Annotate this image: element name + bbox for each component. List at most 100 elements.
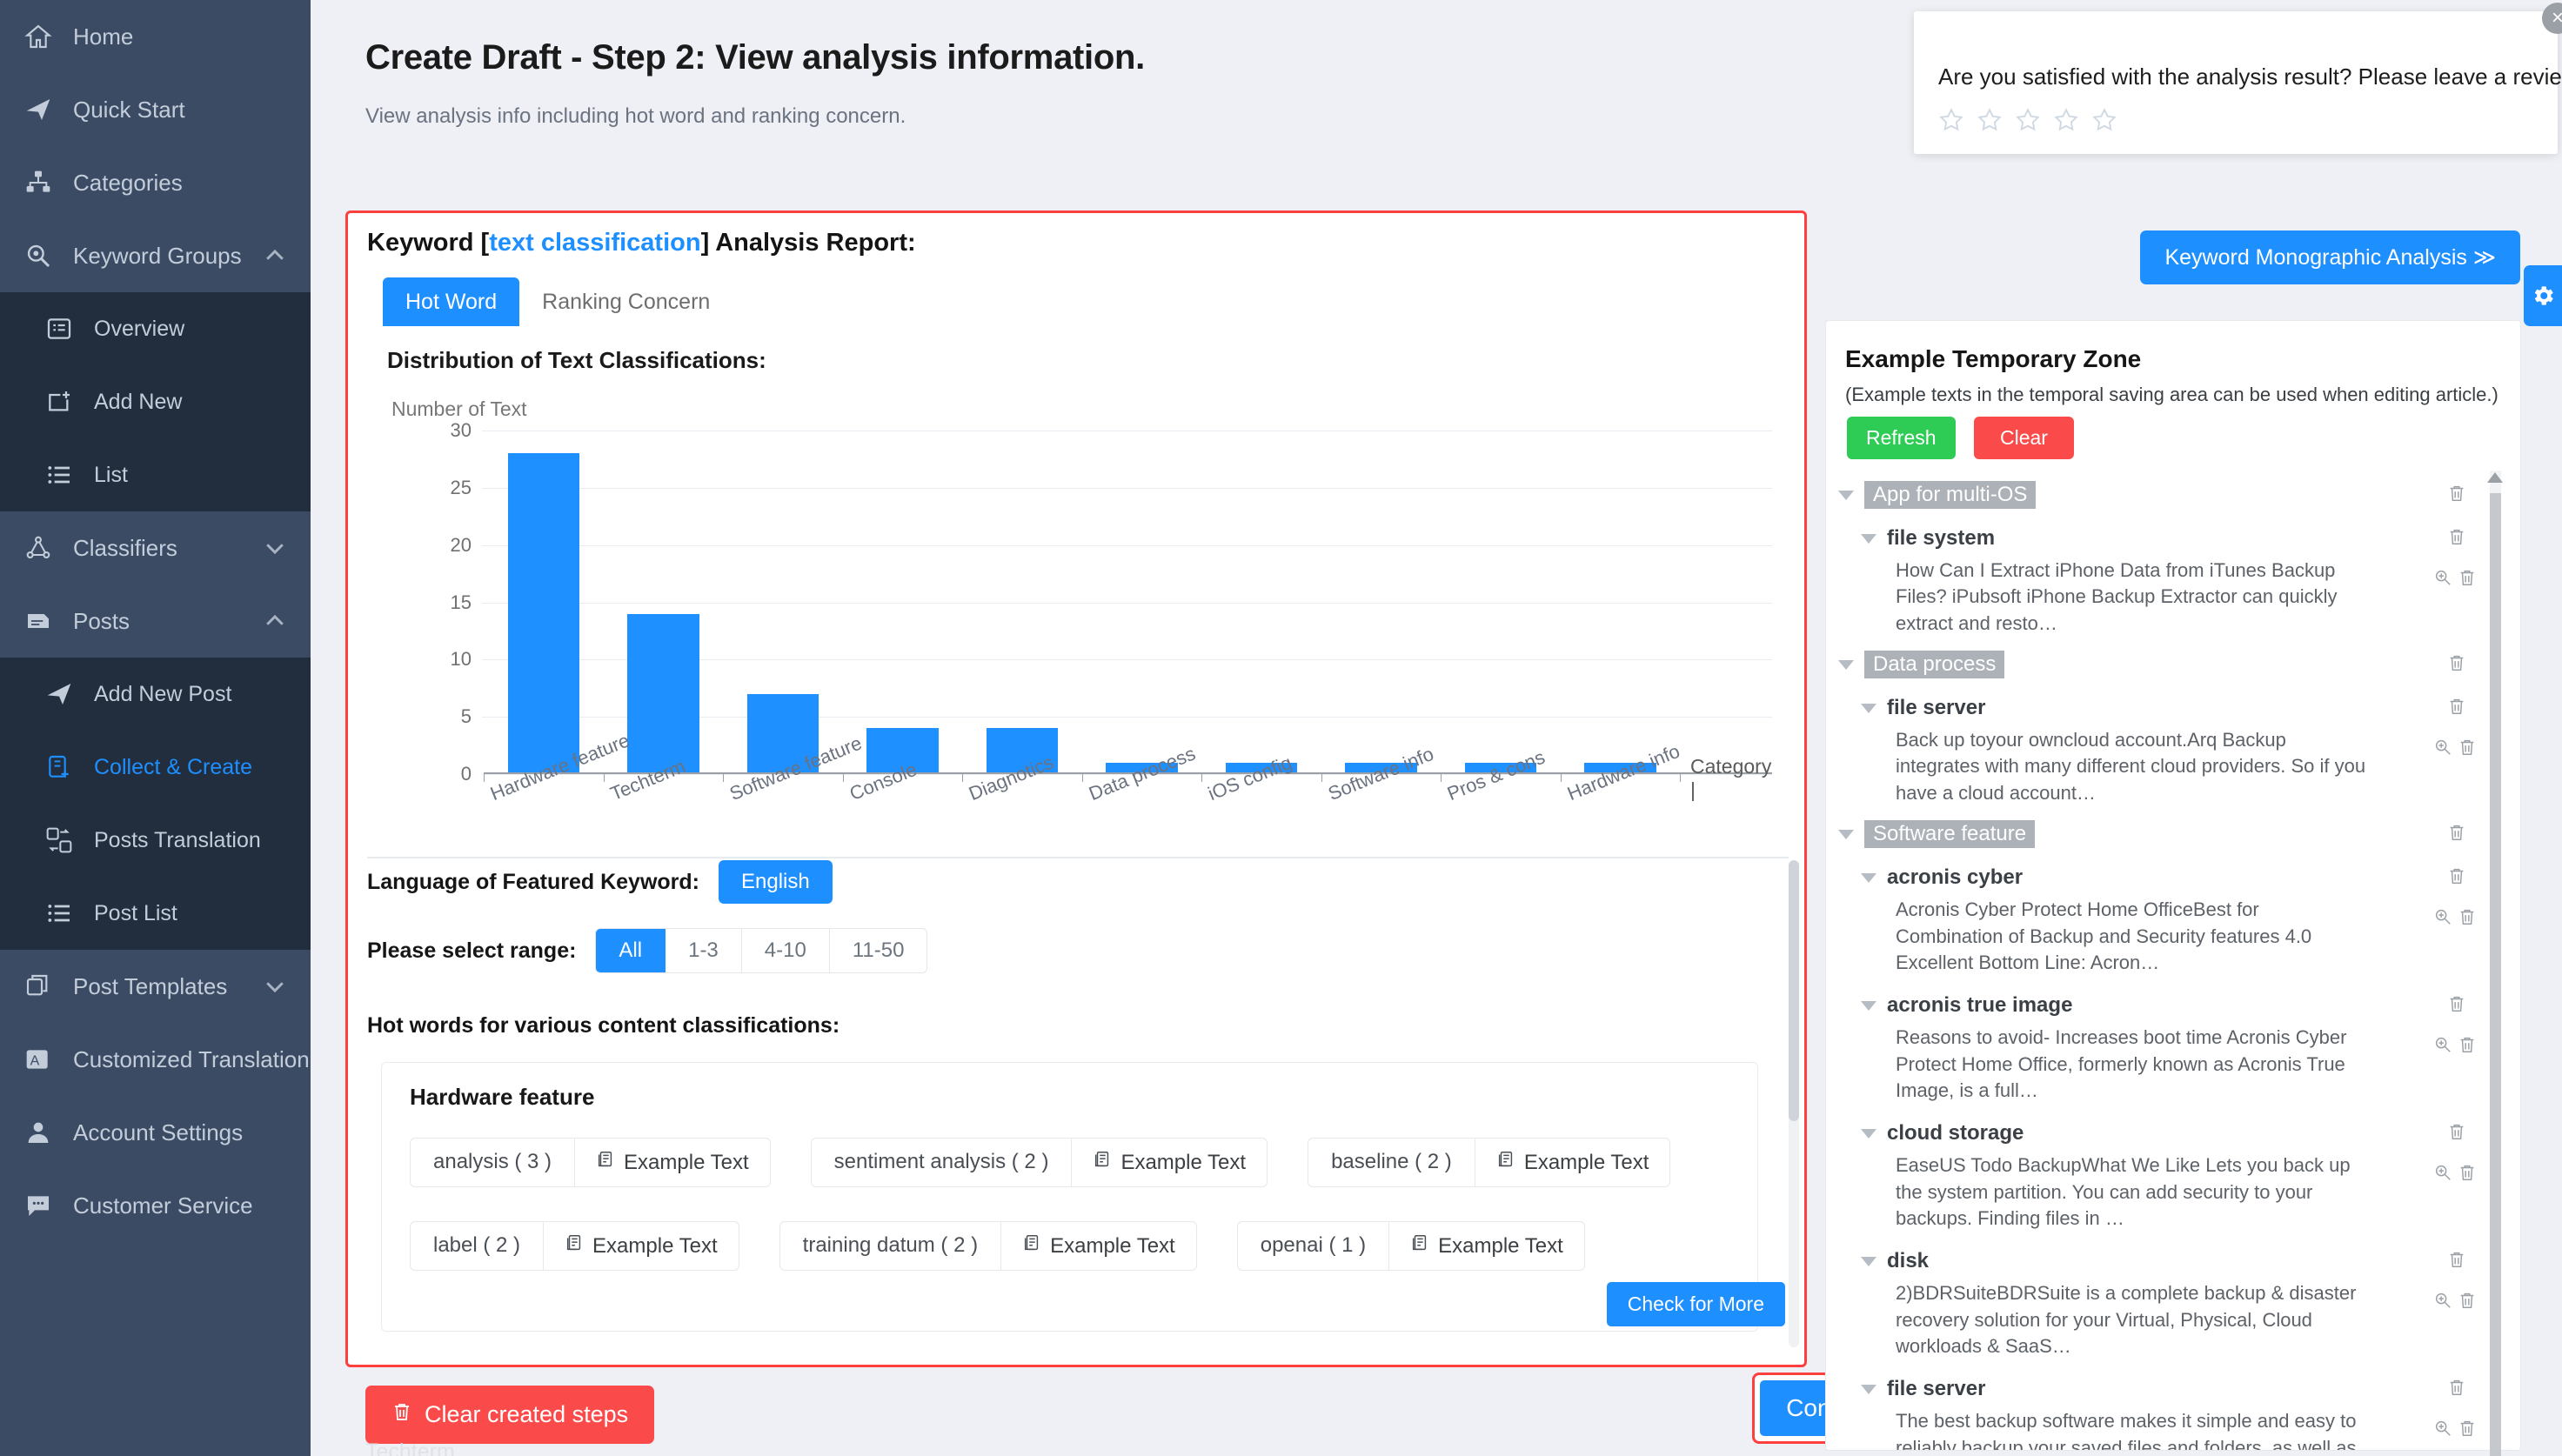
gear-icon[interactable] [2524, 265, 2562, 326]
clear-created-steps-button[interactable]: Clear created steps [365, 1386, 655, 1444]
sidebar-group-post-templates[interactable]: Post Templates [0, 950, 311, 1023]
temp-zone-example-text[interactable]: Acronis Cyber Protect Home OfficeBest fo… [1830, 897, 2369, 976]
temp-zone-example-text[interactable]: Reasons to avoid- Increases boot time Ac… [1830, 1025, 2369, 1104]
chart-bar-slot[interactable] [1441, 431, 1561, 774]
caret-down-icon[interactable] [1838, 659, 1854, 670]
star-icon[interactable] [2053, 107, 2079, 137]
zoom-in-icon[interactable] [2433, 1291, 2452, 1314]
example-text-button[interactable]: Example Text [1389, 1222, 1584, 1270]
caret-down-icon[interactable] [1861, 533, 1876, 544]
delete-icon[interactable] [2447, 696, 2466, 721]
check-for-more-button[interactable]: Check for More [1606, 1282, 1785, 1326]
chart-bar-slot[interactable] [1082, 431, 1202, 774]
sidebar-item-home[interactable]: Home [0, 0, 311, 73]
tab-hot-word[interactable]: Hot Word [383, 277, 520, 326]
sidebar-item-posts-translation[interactable]: Posts Translation [0, 804, 311, 877]
sidebar-item-collect-and-create[interactable]: Collect & Create [0, 731, 311, 804]
keyword-monographic-analysis-button[interactable]: Keyword Monographic Analysis ≫ [2140, 230, 2520, 284]
temp-zone-scrollbar-thumb[interactable] [2490, 493, 2501, 1456]
sidebar-item-account-settings[interactable]: Account Settings [0, 1096, 311, 1169]
delete-icon[interactable] [2458, 1419, 2477, 1442]
hot-word-label[interactable]: openai ( 1 ) [1238, 1222, 1390, 1270]
hot-word-label[interactable]: sentiment analysis ( 2 ) [812, 1139, 1073, 1186]
example-text-button[interactable]: Example Text [544, 1222, 739, 1270]
sidebar-item-customer-service[interactable]: Customer Service [0, 1169, 311, 1242]
caret-down-icon[interactable] [1861, 872, 1876, 883]
zoom-in-icon[interactable] [2433, 1035, 2452, 1059]
hot-word-label[interactable]: analysis ( 3 ) [411, 1139, 576, 1186]
hot-word-label[interactable]: baseline ( 2 ) [1308, 1139, 1475, 1186]
delete-icon[interactable] [2447, 822, 2466, 847]
star-icon[interactable] [1977, 107, 2003, 137]
temp-zone-child-row[interactable]: acronis true image [1830, 993, 2517, 1018]
chart-bar-slot[interactable] [723, 431, 843, 774]
caret-down-icon[interactable] [1861, 1000, 1876, 1011]
chart-bar[interactable] [627, 613, 699, 774]
hot-word-label[interactable]: training datum ( 2 ) [780, 1222, 1002, 1270]
close-icon[interactable]: × [2542, 3, 2562, 34]
caret-down-icon[interactable] [1861, 1256, 1876, 1266]
chart-bar-slot[interactable] [1321, 431, 1442, 774]
chart-bar-slot[interactable] [1201, 431, 1321, 774]
refresh-button[interactable]: Refresh [1847, 417, 1956, 459]
zoom-in-icon[interactable] [2433, 1419, 2452, 1442]
sidebar-group-keyword-groups[interactable]: Keyword Groups [0, 219, 311, 292]
sidebar-item-add-new[interactable]: Add New [0, 365, 311, 438]
temp-zone-example-text[interactable]: How Can I Extract iPhone Data from iTune… [1830, 558, 2369, 637]
zoom-in-icon[interactable] [2433, 907, 2452, 931]
delete-icon[interactable] [2458, 1035, 2477, 1059]
range-option-1-3[interactable]: 1-3 [666, 929, 742, 972]
example-text-button[interactable]: Example Text [1001, 1222, 1196, 1270]
temp-zone-example-text[interactable]: The best backup software makes it simple… [1830, 1408, 2369, 1450]
tab-ranking-concern[interactable]: Ranking Concern [519, 277, 733, 326]
delete-icon[interactable] [2447, 1121, 2466, 1146]
zoom-in-icon[interactable] [2433, 568, 2452, 591]
temp-zone-group-row[interactable]: Data process [1830, 651, 2517, 679]
chart-bar-slot[interactable] [1561, 431, 1681, 774]
scroll-up-arrow-icon[interactable] [2487, 472, 2503, 483]
delete-icon[interactable] [2458, 738, 2477, 761]
star-rating[interactable] [1938, 107, 2117, 137]
delete-icon[interactable] [2447, 993, 2466, 1019]
language-value-button[interactable]: English [718, 860, 833, 904]
caret-down-icon[interactable] [1861, 703, 1876, 713]
delete-icon[interactable] [2447, 526, 2466, 551]
delete-icon[interactable] [2458, 1291, 2477, 1314]
chart-bar-slot[interactable] [604, 431, 724, 774]
zoom-in-icon[interactable] [2433, 738, 2452, 761]
sidebar-group-customized-translation[interactable]: A Customized Translation [0, 1023, 311, 1096]
clear-button[interactable]: Clear [1974, 417, 2074, 459]
delete-icon[interactable] [2447, 865, 2466, 891]
temp-zone-child-row[interactable]: file server [1830, 1377, 2517, 1401]
caret-down-icon[interactable] [1861, 1384, 1876, 1394]
delete-icon[interactable] [2447, 483, 2466, 508]
example-text-button[interactable]: Example Text [1072, 1139, 1267, 1186]
range-option-11-50[interactable]: 11-50 [829, 929, 927, 972]
sidebar-item-categories[interactable]: Categories [0, 146, 311, 219]
report-scrollbar-thumb[interactable] [1789, 860, 1799, 1121]
temp-zone-group-row[interactable]: Software feature [1830, 820, 2517, 849]
chart-bar-slot[interactable] [962, 431, 1082, 774]
temp-zone-child-row[interactable]: cloud storage [1830, 1121, 2517, 1145]
sidebar-item-add-new-post[interactable]: Add New Post [0, 658, 311, 731]
temp-zone-example-text[interactable]: EaseUS Todo BackupWhat We Like Lets you … [1830, 1152, 2369, 1232]
star-icon[interactable] [2091, 107, 2117, 137]
sidebar-item-quick-start[interactable]: Quick Start [0, 73, 311, 146]
delete-icon[interactable] [2458, 568, 2477, 591]
caret-down-icon[interactable] [1838, 829, 1854, 839]
example-text-button[interactable]: Example Text [575, 1139, 770, 1186]
delete-icon[interactable] [2447, 652, 2466, 678]
range-option-all[interactable]: All [596, 929, 666, 972]
chart-bar[interactable] [507, 453, 579, 774]
caret-down-icon[interactable] [1861, 1128, 1876, 1139]
temp-zone-child-row[interactable]: acronis cyber [1830, 865, 2517, 890]
hot-word-label[interactable]: label ( 2 ) [411, 1222, 545, 1270]
delete-icon[interactable] [2447, 1249, 2466, 1274]
temp-zone-group-row[interactable]: App for multi-OS [1830, 481, 2517, 509]
example-text-button[interactable]: Example Text [1475, 1139, 1670, 1186]
chart-bar-slot[interactable] [484, 431, 604, 774]
star-icon[interactable] [1938, 107, 1964, 137]
temp-zone-example-text[interactable]: 2)BDRSuiteBDRSuite is a complete backup … [1830, 1280, 2369, 1359]
zoom-in-icon[interactable] [2433, 1163, 2452, 1186]
range-option-4-10[interactable]: 4-10 [741, 929, 830, 972]
